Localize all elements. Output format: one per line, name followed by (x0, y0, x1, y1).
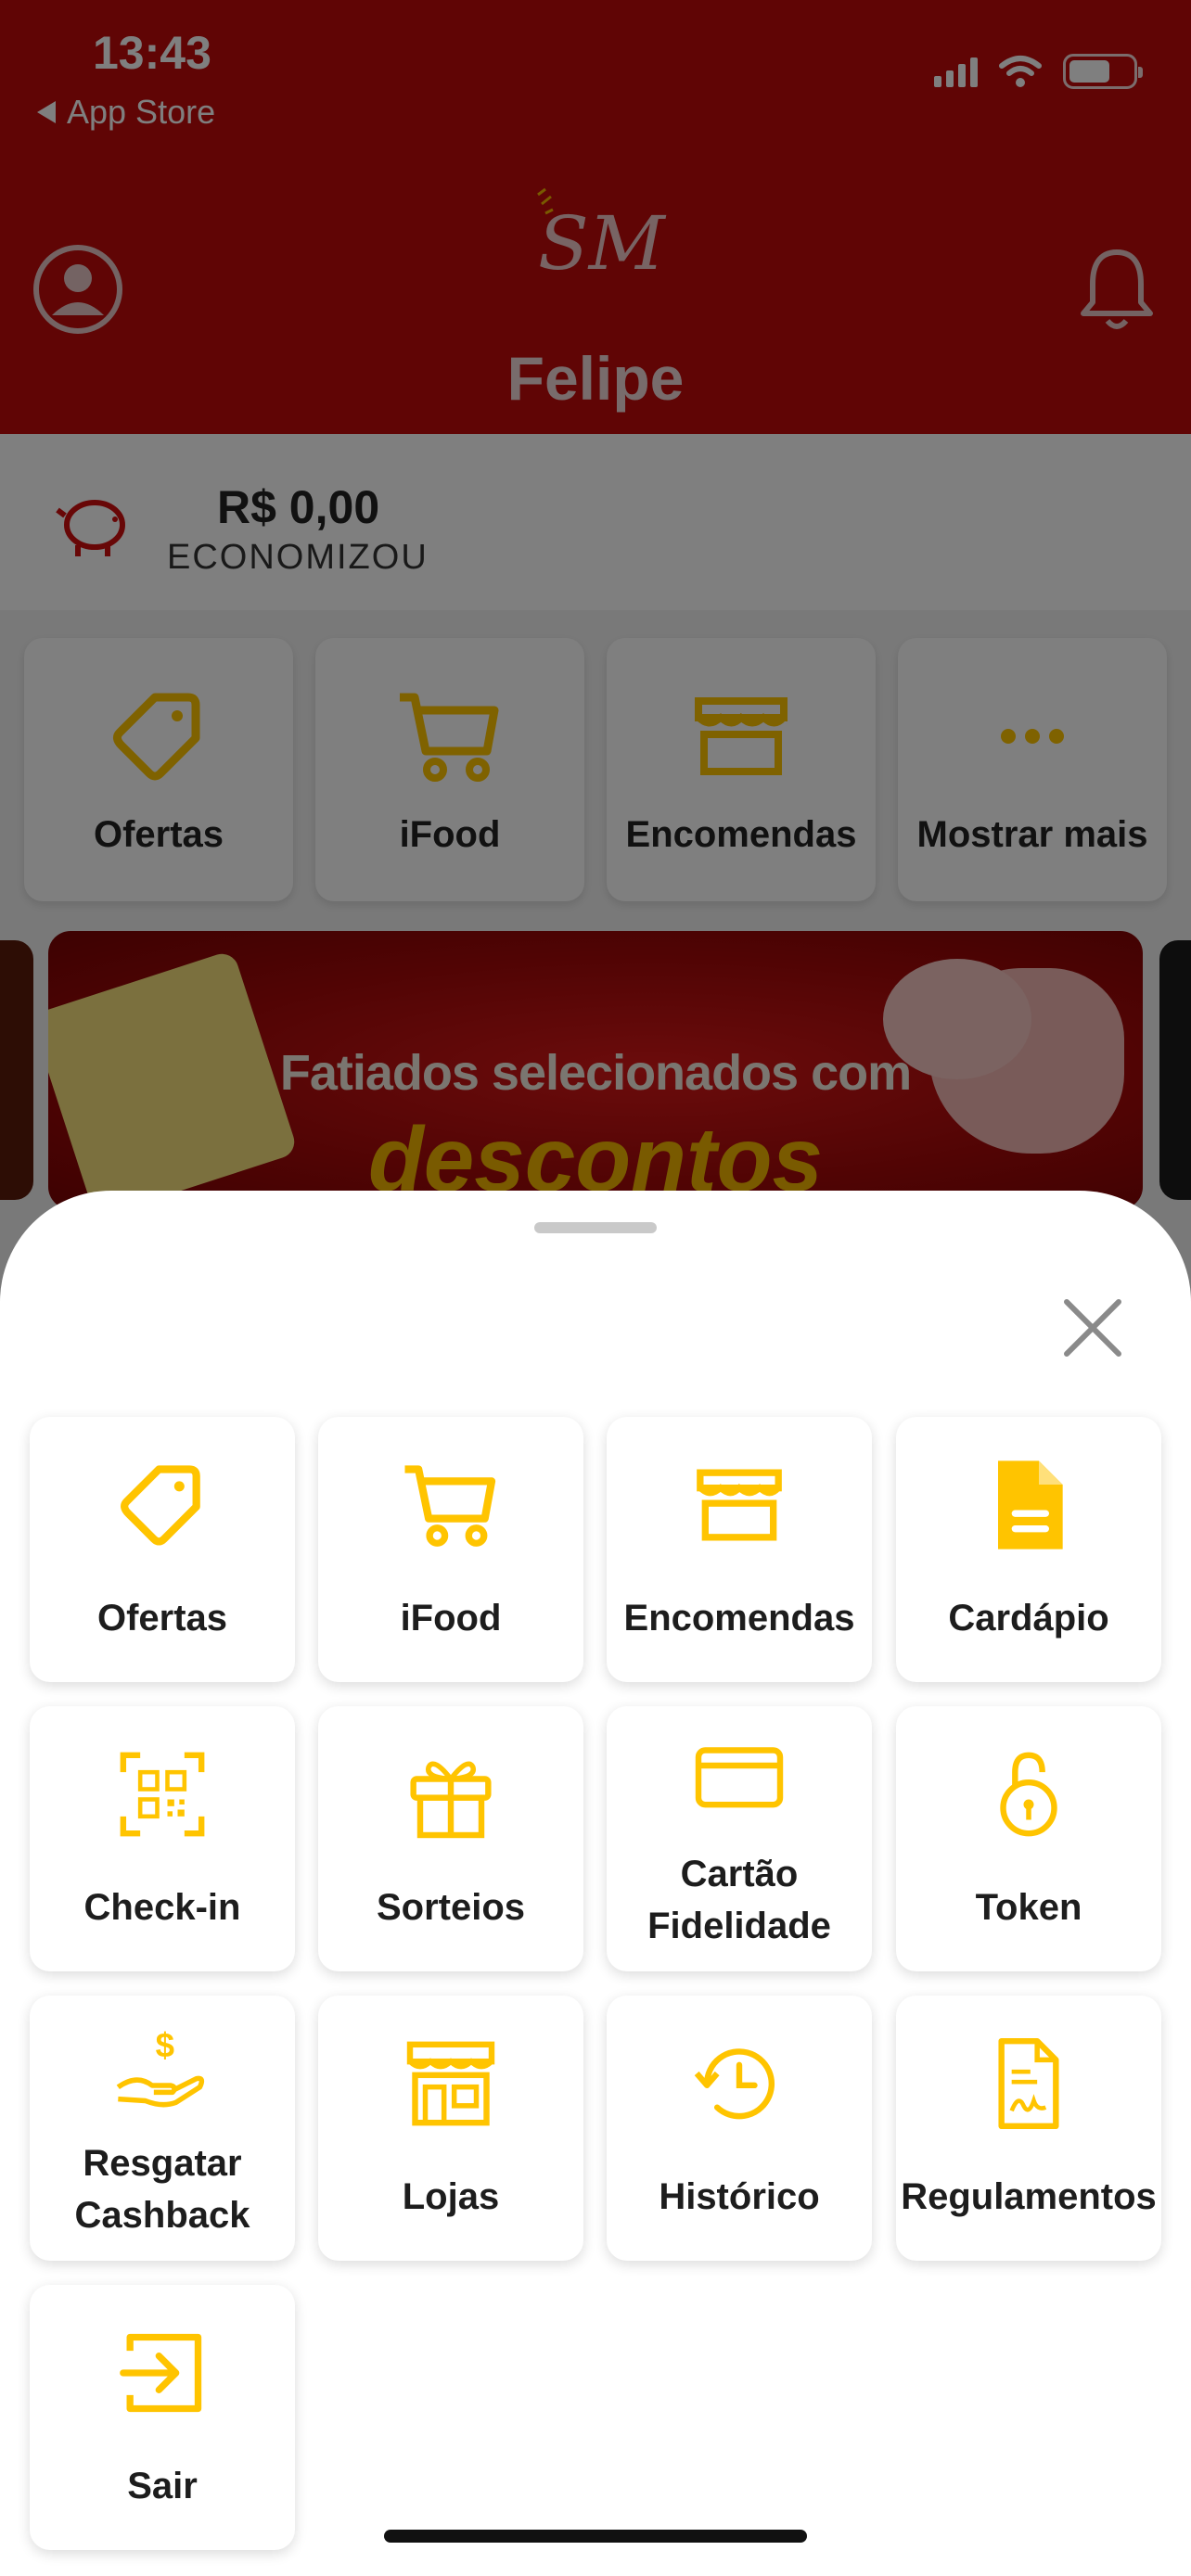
menu-item-cardapio[interactable]: Cardápio (896, 1417, 1161, 1682)
menu-item-lojas[interactable]: Lojas (318, 1996, 583, 2261)
storefront-icon (697, 1469, 782, 1541)
menu-item-label: Ofertas (96, 1598, 228, 1639)
menu-item-historico[interactable]: Histórico (607, 1996, 872, 2261)
menu-item-encomendas[interactable]: Encomendas (607, 1417, 872, 1682)
menu-item-label-line-2: Fidelidade (647, 1906, 831, 1946)
menu-item-ifood[interactable]: iFood (318, 1417, 583, 1682)
document-icon (998, 1460, 1063, 1549)
menu-item-label: Sorteios (376, 1887, 526, 1928)
menu-item-sair[interactable]: Sair (30, 2285, 295, 2550)
menu-item-token[interactable]: Token (896, 1706, 1161, 1971)
menu-item-resgatar-cashback[interactable]: $ Resgatar Cashback (30, 1996, 295, 2261)
menu-item-label: Lojas (402, 2176, 500, 2217)
menu-item-cartao-fidelidade[interactable]: Cartão Fidelidade (607, 1706, 872, 1971)
tag-icon (121, 1465, 200, 1546)
qr-scan-icon (120, 1752, 205, 1837)
menu-item-label-line-1: Resgatar (83, 2143, 242, 2184)
close-icon[interactable] (1057, 1293, 1128, 1363)
menu-item-label: Encomendas (623, 1598, 855, 1639)
menu-item-ofertas[interactable]: Ofertas (30, 1417, 295, 1682)
menu-item-label-line-1: Cartão (680, 1854, 799, 1894)
svg-text:$: $ (156, 2026, 174, 2064)
cart-icon (404, 1465, 496, 1547)
menu-item-check-in[interactable]: Check-in (30, 1706, 295, 1971)
home-indicator[interactable] (384, 2530, 807, 2543)
logout-icon (120, 2333, 202, 2413)
menu-item-regulamentos[interactable]: Regulamentos (896, 1996, 1161, 2261)
sheet-drag-handle[interactable] (534, 1222, 657, 1233)
history-icon (694, 2048, 775, 2120)
menu-bottom-sheet: Ofertas iFood Encomendas Cardápio Check-… (0, 1191, 1191, 2576)
menu-item-label: Check-in (83, 1887, 241, 1928)
menu-item-label-line-2: Cashback (74, 2195, 250, 2236)
menu-item-label: iFood (400, 1598, 502, 1639)
gift-icon (410, 1761, 492, 1839)
menu-item-label: Histórico (659, 2176, 820, 2217)
menu-item-sorteios[interactable]: Sorteios (318, 1706, 583, 1971)
menu-item-label: Sair (127, 2466, 198, 2506)
menu-item-label: Cardápio (948, 1598, 1109, 1639)
store-icon (406, 2041, 495, 2126)
card-icon (695, 1747, 784, 1808)
contract-icon (998, 2037, 1059, 2130)
menu-item-label: Regulamentos (901, 2176, 1157, 2217)
menu-item-label: Token (975, 1887, 1082, 1928)
unlock-icon (1000, 1752, 1057, 1837)
cashback-hand-icon: $ (116, 2026, 205, 2108)
